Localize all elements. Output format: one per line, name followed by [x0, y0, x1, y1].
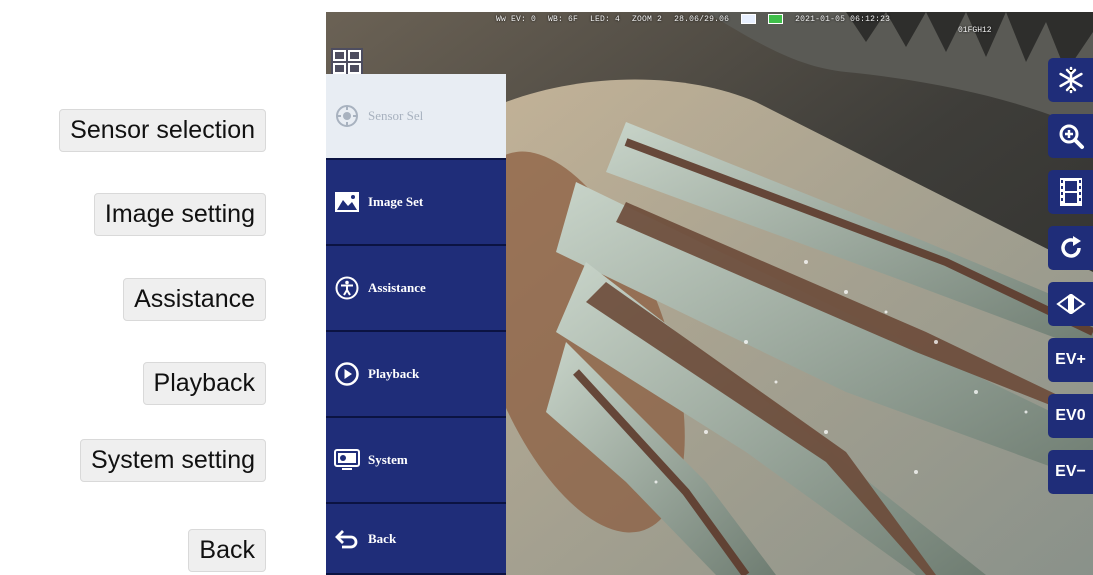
ev-minus-button[interactable]: EV− — [1048, 450, 1093, 494]
menu-label-sensor-sel: Sensor Sel — [368, 108, 424, 123]
device-screen: Ww EV: 0 WB: 6F LED: 4 ZOOM 2 28.06/29.0… — [326, 12, 1093, 575]
menu-item-assistance[interactable]: Assistance — [326, 246, 506, 332]
side-menu: Sensor Sel Image Set Assistance Playback… — [326, 74, 506, 575]
menu-item-playback[interactable]: Playback — [326, 332, 506, 418]
callout-playback: Playback — [142, 362, 266, 405]
callout-assistance: Assistance — [123, 278, 266, 321]
callout-sensor-selection: Sensor selection — [59, 109, 266, 152]
ev-zero-button[interactable]: EV0 — [1048, 394, 1093, 438]
freeze-button[interactable] — [1048, 58, 1093, 102]
battery-icon — [741, 14, 757, 24]
zoom-button[interactable] — [1048, 114, 1093, 158]
film-icon — [1059, 178, 1082, 206]
ev-readout: Ww EV: 0 — [496, 14, 537, 24]
callout-system-setting: System setting — [80, 439, 266, 482]
menu-label-assistance: Assistance — [368, 280, 426, 295]
wb-readout: WB: 6F — [548, 14, 579, 24]
datetime-readout: 2021-01-05 06:12:23 — [795, 14, 891, 24]
zoom-in-icon — [1059, 124, 1084, 149]
record-button[interactable] — [1048, 170, 1093, 214]
menu-label-system: System — [368, 452, 408, 467]
zoom-readout: ZOOM 2 — [632, 14, 663, 24]
battery-charge-icon — [768, 14, 784, 24]
led-readout: LED: 4 — [590, 14, 621, 24]
grid-menu-icon[interactable] — [330, 47, 364, 77]
ev-plus-button[interactable]: EV+ — [1048, 338, 1093, 382]
menu-item-back[interactable]: Back — [326, 504, 506, 575]
menu-label-playback: Playback — [368, 366, 420, 381]
mirror-button[interactable] — [1048, 282, 1093, 326]
sensor-icon — [334, 103, 360, 129]
menu-label-image-set: Image Set — [368, 194, 424, 209]
callout-back: Back — [188, 529, 266, 572]
menu-label-back: Back — [368, 530, 397, 546]
rotate-icon — [1060, 236, 1081, 258]
accessibility-icon — [334, 275, 360, 301]
back-arrow-icon — [334, 526, 360, 552]
serial-readout: 01FGH12 — [958, 26, 992, 35]
callout-image-setting: Image setting — [93, 193, 266, 236]
menu-item-sensor-sel[interactable]: Sensor Sel — [326, 74, 506, 160]
play-icon — [334, 361, 360, 387]
snowflake-icon — [1058, 66, 1083, 94]
system-icon — [334, 447, 360, 473]
coords-readout: 28.06/29.06 — [674, 14, 730, 24]
image-icon — [334, 189, 360, 215]
mirror-icon — [1055, 294, 1086, 314]
menu-item-system[interactable]: System — [326, 418, 506, 504]
status-bar: Ww EV: 0 WB: 6F LED: 4 ZOOM 2 28.06/29.0… — [496, 12, 890, 26]
menu-item-image-set[interactable]: Image Set — [326, 160, 506, 246]
rotate-button[interactable] — [1048, 226, 1093, 270]
